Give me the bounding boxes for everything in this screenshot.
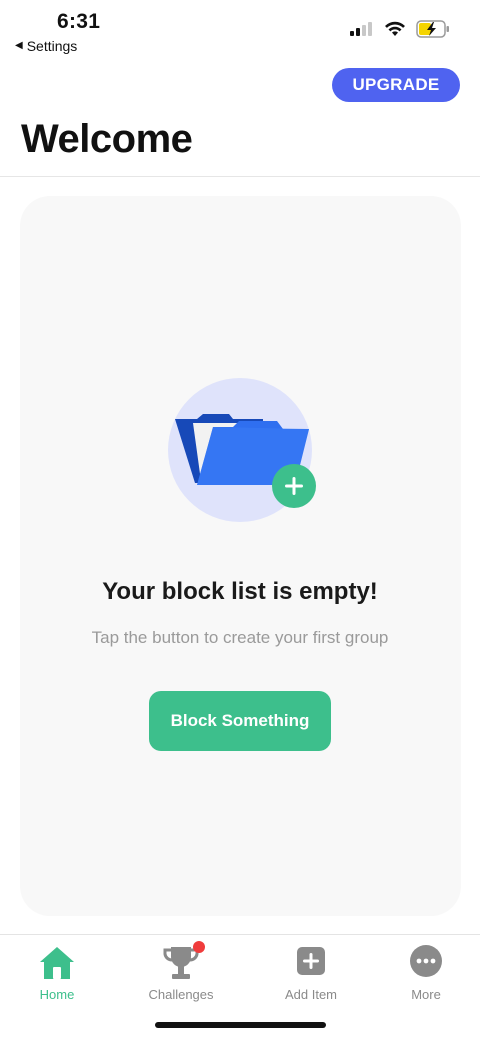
- back-label: Settings: [26, 38, 78, 54]
- back-triangle-icon: ◀: [15, 40, 23, 51]
- status-bar: 6:31 ◀ Settings: [0, 0, 480, 60]
- folder-add-icon: [168, 378, 316, 522]
- add-square-icon: [297, 947, 325, 975]
- tab-challenges[interactable]: Challenges: [126, 941, 236, 1002]
- notification-badge: [193, 941, 205, 953]
- page-title: Welcome: [21, 117, 193, 161]
- cellular-signal-icon: [350, 22, 372, 36]
- wifi-icon: [385, 21, 405, 36]
- divider: [0, 176, 480, 177]
- tab-label-challenges: Challenges: [148, 987, 214, 1002]
- home-icon: [40, 947, 74, 979]
- tab-add-item[interactable]: Add Item: [256, 943, 366, 1002]
- tab-label-home: Home: [39, 987, 75, 1002]
- tab-home[interactable]: Home: [2, 943, 112, 1002]
- status-indicators: [350, 20, 450, 38]
- tab-label-add-item: Add Item: [284, 987, 338, 1002]
- tab-more[interactable]: More: [371, 943, 480, 1002]
- empty-state-card: [20, 196, 461, 916]
- battery-charging-icon: [416, 20, 449, 38]
- tab-label-more: More: [411, 987, 441, 1002]
- trophy-icon-wrapper: [161, 941, 205, 983]
- empty-state-subtext: Tap the button to create your first grou…: [91, 628, 389, 647]
- more-icon: [410, 945, 442, 977]
- status-time: 6:31: [57, 10, 101, 33]
- block-something-button[interactable]: Block Something: [149, 691, 331, 751]
- home-indicator[interactable]: [155, 1022, 326, 1028]
- back-to-settings-link[interactable]: ◀ Settings: [15, 38, 77, 54]
- empty-state-heading: Your block list is empty!: [102, 578, 378, 605]
- upgrade-button[interactable]: UPGRADE: [332, 68, 460, 102]
